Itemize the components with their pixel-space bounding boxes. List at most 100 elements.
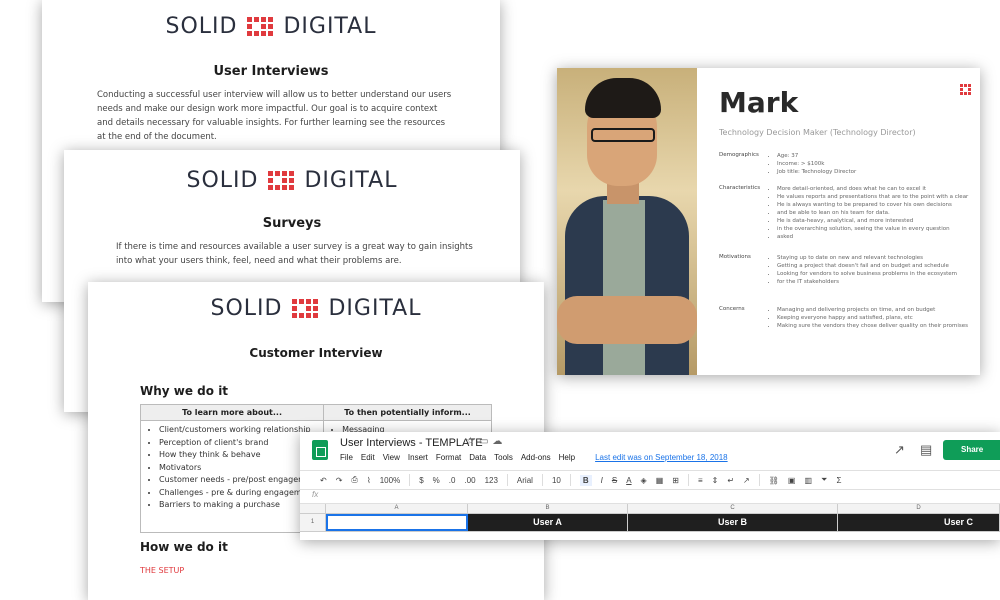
merge-icon[interactable]: ⊞ [672,476,679,485]
list-item: Perception of client's brand [159,437,319,450]
cell-c1[interactable]: User B [628,514,838,531]
strikethrough-button[interactable]: S [612,476,617,485]
solid-digital-logo: SOLID DIGITAL [42,14,500,39]
print-icon[interactable]: ⎙ [351,475,357,485]
menu-insert[interactable]: Insert [408,453,428,462]
brand-mark-icon [960,84,971,95]
align-icon[interactable]: ≡ [698,476,703,485]
document-title: Surveys [262,216,322,231]
logo-dots-icon [292,299,319,318]
redo-icon[interactable]: ↷ [336,476,343,485]
cell-d1[interactable]: User C [838,514,1000,531]
increase-decimal-button[interactable]: .00 [464,476,475,485]
menu-view[interactable]: View [383,453,400,462]
list-item: Client/customers working relationship [159,424,319,437]
font-size-select[interactable]: 10 [552,476,561,485]
document-body: Conducting a successful user interview w… [97,90,452,142]
insert-comment-icon[interactable]: ▣ [788,476,796,485]
persona-section-concerns: Concerns Managing and delivering project… [719,306,969,330]
setup-label: THE SETUP [140,566,185,575]
chart-icon[interactable]: ▥ [804,476,812,485]
link-icon[interactable]: ⛓ [769,476,779,485]
list-item: Customer needs - pre/post engagement [159,474,319,487]
list-item: Challenges - pre & during engagement [159,487,319,500]
trend-icon[interactable]: ↗ [894,442,905,458]
sheet-header: User Interviews - TEMPLATE ☆▭☁ File Edit… [300,432,1000,468]
rotate-icon[interactable]: ↗ [743,476,750,485]
solid-digital-logo: SOLID DIGITAL [88,296,544,321]
borders-icon[interactable]: ▦ [656,476,664,485]
column-header-a[interactable]: A [326,504,468,513]
currency-button[interactable]: $ [419,476,423,485]
sheet-title[interactable]: User Interviews - TEMPLATE [340,437,483,449]
persona-section-demographics: Demographics Age: 37 Income: > $100k Job… [719,152,969,176]
document-title: Customer Interview [249,346,383,360]
title-icons: ☆▭☁ [466,436,506,447]
undo-icon[interactable]: ↶ [320,476,327,485]
logo-text-right: DIGITAL [283,14,377,39]
list-item: Motivators [159,462,319,475]
logo-text-left: SOLID [210,296,283,321]
bold-button[interactable]: B [579,474,592,486]
document-body: If there is time and resources available… [116,242,473,266]
table-header-inform: To then potentially inform... [323,404,492,421]
paint-format-icon[interactable]: ⌇ [367,476,371,485]
persona-name: Mark [719,86,799,119]
list-item: How they think & behave [159,449,319,462]
persona-card: Mark Technology Decision Maker (Technolo… [557,68,980,375]
folder-icon[interactable]: ▭ [479,436,492,447]
filter-icon[interactable]: ⏷ [821,475,827,485]
fill-color-icon[interactable]: ◈ [641,476,647,485]
column-header-b[interactable]: B [468,504,628,513]
logo-dots-icon [268,171,295,190]
cell-a1[interactable] [326,514,468,531]
menu-data[interactable]: Data [469,453,486,462]
spreadsheet-window: User Interviews - TEMPLATE ☆▭☁ File Edit… [300,432,1000,540]
menu-tools[interactable]: Tools [494,453,513,462]
functions-icon[interactable]: Σ [836,476,841,485]
star-icon[interactable]: ☆ [466,436,479,447]
logo-text-right: DIGITAL [304,168,398,193]
document-title: User Interviews [213,64,329,79]
menu-file[interactable]: File [340,453,353,462]
sheets-logo-icon[interactable] [312,440,328,460]
menu-format[interactable]: Format [436,453,461,462]
list-item: Barriers to making a purchase [159,499,319,512]
column-header-c[interactable]: C [628,504,838,513]
persona-section-characteristics: Characteristics More detail-oriented, an… [719,185,969,241]
persona-section-motivations: Motivations Staying up to date on new an… [719,254,969,286]
menu-edit[interactable]: Edit [361,453,375,462]
column-header-d[interactable]: D [838,504,1000,513]
more-formats-button[interactable]: 123 [485,476,498,485]
cloud-icon[interactable]: ☁ [492,436,506,447]
menu-addons[interactable]: Add-ons [521,453,551,462]
text-color-button[interactable]: A [626,476,631,485]
why-heading: Why we do it [140,384,229,398]
table-header-learn: To learn more about... [139,404,325,421]
table-cell-learn: Client/customers working relationship Pe… [139,420,325,533]
logo-text-left: SOLID [186,168,259,193]
font-select[interactable]: Arial [517,476,533,485]
valign-icon[interactable]: ⇕ [712,476,719,485]
formula-bar[interactable]: fx [300,490,1000,504]
percent-button[interactable]: % [433,476,440,485]
cell-b1[interactable]: User A [468,514,628,531]
solid-digital-logo: SOLID DIGITAL [64,168,520,193]
last-edit-link[interactable]: Last edit was on September 18, 2018 [595,453,728,462]
persona-role: Technology Decision Maker (Technology Di… [719,128,916,137]
zoom-select[interactable]: 100% [380,476,400,485]
how-heading: How we do it [140,540,228,554]
row-number[interactable]: 1 [300,514,326,531]
share-button[interactable]: Share [943,440,1000,460]
column-headers: A B C D [300,504,1000,514]
wrap-icon[interactable]: ↵ [727,476,734,485]
comment-icon[interactable]: ▤ [920,442,932,458]
menu-bar: File Edit View Insert Format Data Tools … [340,453,728,462]
menu-help[interactable]: Help [559,453,575,462]
italic-button[interactable]: I [601,476,603,485]
sheet-toolbar: ↶ ↷ ⎙ ⌇ 100% $ % .0 .00 123 Arial 10 B I… [300,470,1000,490]
table-row: 1 User A User B User C [300,514,1000,532]
logo-text-right: DIGITAL [328,296,422,321]
decrease-decimal-button[interactable]: .0 [449,476,456,485]
logo-text-left: SOLID [165,14,238,39]
